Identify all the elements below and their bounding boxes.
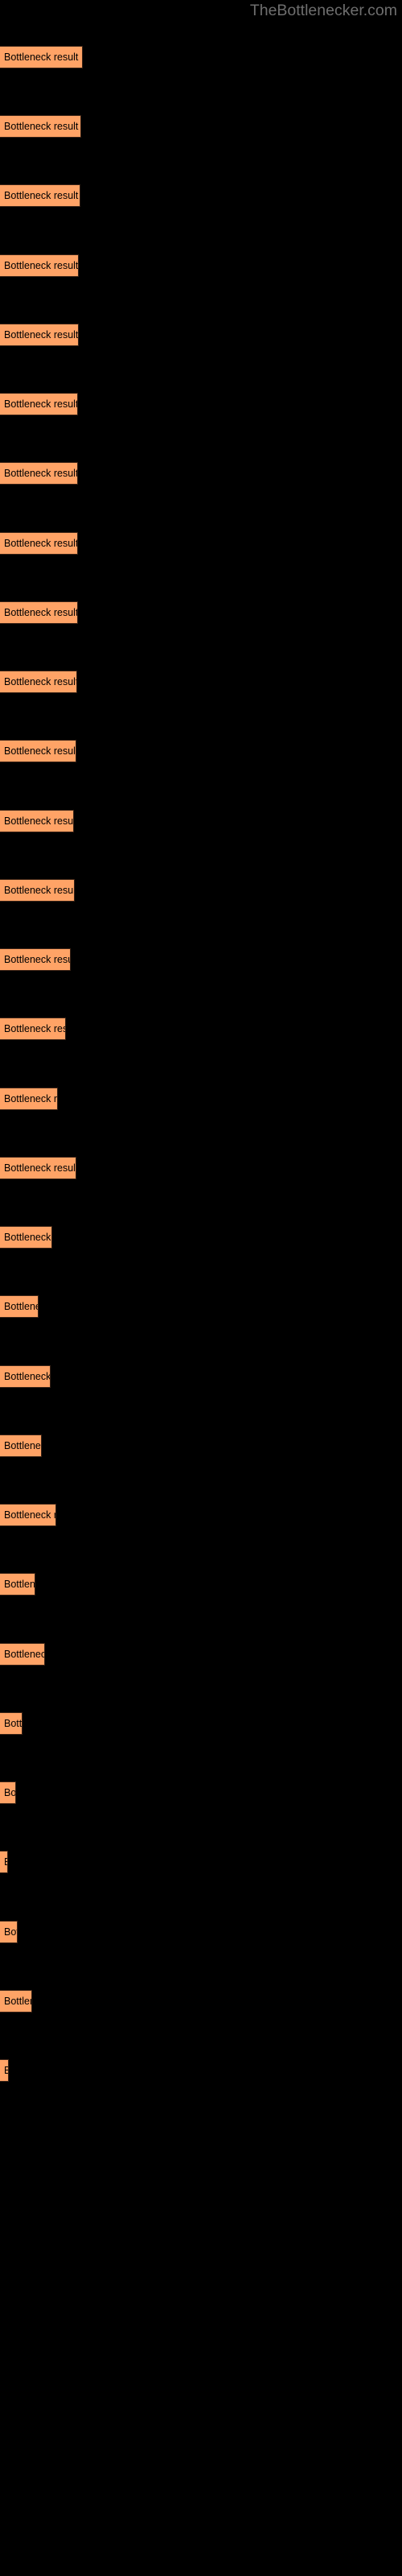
bar-label: Bottleneck result bbox=[4, 885, 75, 896]
bottleneck-result-bar[interactable]: Bottleneck result bbox=[0, 115, 81, 138]
bottleneck-result-bar[interactable]: Bottleneck result bbox=[0, 1573, 35, 1596]
bar-label: Bottleneck result bbox=[4, 1926, 17, 1938]
bar-label: Bottleneck result bbox=[4, 1718, 23, 1729]
bar-row: Bottleneck result bbox=[0, 532, 402, 555]
bar-row: Bottleneck result bbox=[0, 1573, 402, 1596]
bottleneck-result-bar[interactable]: Bottleneck result bbox=[0, 671, 77, 693]
bar-row: Bottleneck result bbox=[0, 1088, 402, 1110]
bottleneck-result-bar[interactable]: Bottleneck result bbox=[0, 2059, 9, 2082]
bottleneck-result-bar[interactable]: Bottleneck result bbox=[0, 254, 79, 277]
bottleneck-result-bar[interactable]: Bottleneck result bbox=[0, 1157, 76, 1179]
bar-label: Bottleneck result bbox=[4, 121, 79, 132]
bottleneck-result-bar[interactable]: Bottleneck result bbox=[0, 324, 79, 346]
bar-label: Bottleneck result bbox=[4, 1093, 58, 1104]
bottleneck-bar-chart: Bottleneck result Bottleneck result Bottle… bbox=[0, 0, 402, 2576]
bottleneck-result-bar[interactable]: Bottleneck result bbox=[0, 879, 75, 902]
bar-row: Bottleneck result bbox=[0, 2059, 402, 2082]
bar-row: Bottleneck result bbox=[0, 184, 402, 207]
bar-label: Bottleneck result bbox=[4, 398, 78, 410]
bar-label: Bottleneck result bbox=[4, 745, 76, 757]
bar-label: Bottleneck result bbox=[4, 52, 79, 63]
bar-row: Bottleneck result bbox=[0, 462, 402, 485]
bar-row: Bottleneck result bbox=[0, 810, 402, 832]
bottleneck-result-bar[interactable]: Bottleneck result bbox=[0, 46, 83, 68]
bar-row: Bottleneck result bbox=[0, 1018, 402, 1040]
bottleneck-result-bar[interactable]: Bottleneck result bbox=[0, 1295, 39, 1318]
bottleneck-result-bar[interactable]: Bottleneck result bbox=[0, 1921, 18, 1943]
bar-row: Bottleneck result bbox=[0, 601, 402, 624]
bar-row: Bottleneck result bbox=[0, 324, 402, 346]
bar-row: Bottleneck result bbox=[0, 1295, 402, 1318]
bar-label: Bottleneck result bbox=[4, 815, 74, 827]
bottleneck-result-bar[interactable]: Bottleneck result bbox=[0, 1018, 66, 1040]
bar-label: Bottleneck result bbox=[4, 329, 79, 341]
bar-label: Bottleneck result bbox=[4, 538, 78, 549]
bar-row: Bottleneck result bbox=[0, 1504, 402, 1526]
bar-label: Bottleneck result bbox=[4, 607, 78, 618]
bar-row: Bottleneck result bbox=[0, 1157, 402, 1179]
bar-row: Bottleneck result bbox=[0, 254, 402, 277]
bar-row: Bottleneck result bbox=[0, 671, 402, 693]
bottleneck-result-bar[interactable]: Bottleneck result bbox=[0, 184, 80, 207]
bar-label: Bottleneck result bbox=[4, 1787, 16, 1798]
page-root: TheBottlenecker.com Bottleneck result Bot… bbox=[0, 0, 402, 2576]
bottleneck-result-bar[interactable]: Bottleneck result bbox=[0, 1712, 23, 1735]
bar-row: Bottleneck result bbox=[0, 1851, 402, 1873]
bar-label: Bottleneck result bbox=[4, 1996, 31, 2007]
bottleneck-result-bar[interactable]: Bottleneck result bbox=[0, 1088, 58, 1110]
bottleneck-result-bar[interactable]: Bottleneck result bbox=[0, 1435, 42, 1457]
bar-label: Bottleneck result bbox=[4, 1232, 51, 1243]
bar-row: Bottleneck result bbox=[0, 948, 402, 971]
bar-row: Bottleneck result bbox=[0, 1990, 402, 2013]
bar-label: Bottleneck result bbox=[4, 1649, 44, 1660]
bar-label: Bottleneck result bbox=[4, 1856, 7, 1868]
bar-label: Bottleneck result bbox=[4, 954, 70, 965]
bar-label: Bottleneck result bbox=[4, 1023, 65, 1034]
bar-label: Bottleneck result bbox=[4, 1440, 41, 1451]
bottleneck-result-bar[interactable]: Bottleneck result bbox=[0, 810, 74, 832]
bar-label: Bottleneck result bbox=[4, 190, 79, 201]
bar-row: Bottleneck result bbox=[0, 1365, 402, 1388]
bottleneck-result-bar[interactable]: Bottleneck result bbox=[0, 948, 71, 971]
bar-row: Bottleneck result bbox=[0, 1781, 402, 1804]
bottleneck-result-bar[interactable]: Bottleneck result bbox=[0, 532, 78, 555]
bar-row: Bottleneck result bbox=[0, 1712, 402, 1735]
bottleneck-result-bar[interactable]: Bottleneck result bbox=[0, 1781, 16, 1804]
bottleneck-result-bar[interactable]: Bottleneck result bbox=[0, 1365, 51, 1388]
bottleneck-result-bar[interactable]: Bottleneck result bbox=[0, 1851, 8, 1873]
bar-row: Bottleneck result bbox=[0, 1435, 402, 1457]
bar-row: Bottleneck result bbox=[0, 1643, 402, 1666]
bar-label: Bottleneck result bbox=[4, 1579, 35, 1590]
bottleneck-result-bar[interactable]: Bottleneck result bbox=[0, 1226, 52, 1249]
bar-row: Bottleneck result bbox=[0, 879, 402, 902]
bar-label: Bottleneck result bbox=[4, 468, 78, 479]
bottleneck-result-bar[interactable]: Bottleneck result bbox=[0, 740, 76, 762]
bar-label: Bottleneck result bbox=[4, 1162, 76, 1174]
bar-row: Bottleneck result bbox=[0, 740, 402, 762]
bar-row: Bottleneck result bbox=[0, 1921, 402, 1943]
bottleneck-result-bar[interactable]: Bottleneck result bbox=[0, 1643, 45, 1666]
bottleneck-result-bar[interactable]: Bottleneck result bbox=[0, 1990, 32, 2013]
bottleneck-result-bar[interactable]: Bottleneck result bbox=[0, 393, 78, 415]
bottleneck-result-bar[interactable]: Bottleneck result bbox=[0, 601, 78, 624]
bar-row: Bottleneck result bbox=[0, 46, 402, 68]
bar-row: Bottleneck result bbox=[0, 115, 402, 138]
bar-label: Bottleneck result bbox=[4, 2065, 8, 2076]
bar-row: Bottleneck result bbox=[0, 393, 402, 415]
bottleneck-result-bar[interactable]: Bottleneck result bbox=[0, 462, 78, 485]
bar-label: Bottleneck result bbox=[4, 1301, 38, 1312]
bar-label: Bottleneck result bbox=[4, 260, 79, 271]
bar-label: Bottleneck result bbox=[4, 1371, 51, 1382]
bottleneck-result-bar[interactable]: Bottleneck result bbox=[0, 1504, 56, 1526]
bar-label: Bottleneck result bbox=[4, 1509, 55, 1521]
bar-row: Bottleneck result bbox=[0, 1226, 402, 1249]
bar-label: Bottleneck result bbox=[4, 676, 77, 687]
